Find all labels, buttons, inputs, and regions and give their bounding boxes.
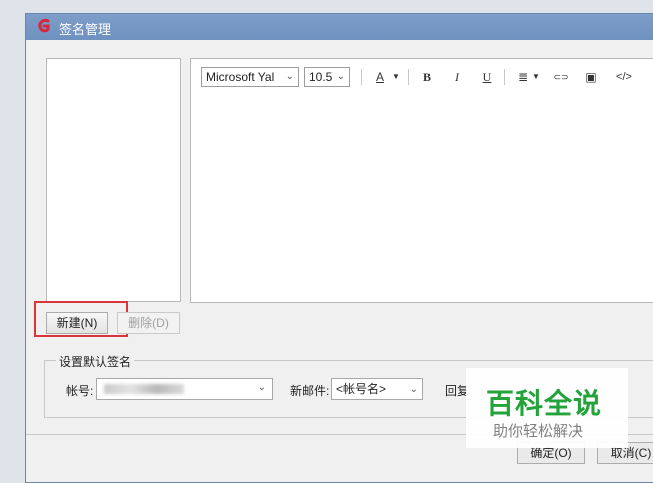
account-value-redacted — [104, 384, 184, 394]
editor-toolbar: Microsoft Yal ⌄ 10.5 ⌄ A ▼ B I U ≣ ▼ ⊂⊃ … — [191, 59, 653, 91]
bold-button[interactable]: B — [419, 67, 435, 87]
signature-list[interactable] — [46, 58, 181, 302]
account-label: 帐号: — [66, 384, 94, 398]
chevron-down-icon: ⌄ — [257, 382, 266, 393]
delete-signature-button[interactable]: 删除(D) — [117, 312, 180, 334]
code-icon[interactable]: </> — [613, 67, 635, 87]
new-mail-signature-value: <帐号名> — [336, 382, 387, 396]
chevron-down-icon: ⌄ — [336, 71, 345, 82]
new-mail-label: 新邮件: — [290, 384, 330, 398]
font-size-value: 10.5 — [309, 70, 333, 84]
link-icon[interactable]: ⊂⊃ — [551, 67, 571, 87]
window-title: 签名管理 — [59, 22, 112, 37]
chevron-down-icon: ⌄ — [409, 384, 418, 395]
toolbar-separator — [361, 69, 362, 85]
toolbar-separator — [504, 69, 505, 85]
align-icon[interactable]: ≣ — [515, 67, 531, 87]
new-signature-button[interactable]: 新建(N) — [46, 312, 108, 334]
chevron-down-icon: ⌄ — [285, 71, 294, 82]
watermark-main-text: 百科全说 — [486, 387, 603, 420]
align-dropdown-icon[interactable]: ▼ — [532, 67, 540, 87]
toolbar-separator — [408, 69, 409, 85]
editor-content-area[interactable] — [191, 93, 653, 302]
title-bar: 签名管理 — [26, 14, 653, 40]
italic-button[interactable]: I — [449, 67, 465, 87]
font-size-select[interactable]: 10.5 ⌄ — [304, 67, 350, 87]
font-color-dropdown-icon[interactable]: ▼ — [391, 67, 401, 87]
signature-editor[interactable]: Microsoft Yal ⌄ 10.5 ⌄ A ▼ B I U ≣ ▼ ⊂⊃ … — [190, 58, 653, 303]
underline-button[interactable]: U — [479, 67, 495, 87]
app-logo-icon — [38, 18, 50, 33]
watermark-sub-text: 助你轻松解决 — [493, 422, 584, 440]
font-family-value: Microsoft Yal — [206, 70, 275, 84]
default-signature-legend: 设置默认签名 — [56, 353, 135, 370]
new-mail-signature-select[interactable]: <帐号名> ⌄ — [331, 378, 423, 400]
account-select[interactable]: ⌄ — [96, 378, 273, 400]
font-color-button[interactable]: A — [373, 67, 387, 87]
image-icon[interactable]: ▣ — [583, 67, 599, 87]
watermark-overlay: 百科全说 助你轻松解决 — [466, 368, 628, 448]
font-family-select[interactable]: Microsoft Yal ⌄ — [201, 67, 299, 87]
